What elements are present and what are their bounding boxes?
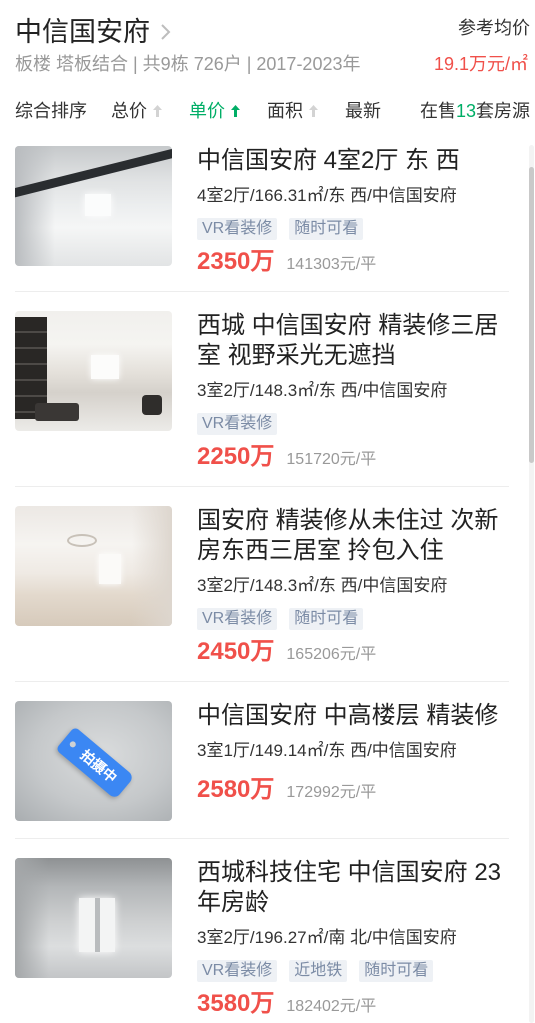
- price-row: 2580万 172992元/平: [197, 776, 509, 804]
- community-name: 中信国安府: [15, 17, 150, 47]
- listing-list: 中信国安府 4室2厅 东 西 4室2厅/166.31㎡/东 西/中信国安府 VR…: [15, 146, 509, 1018]
- listing-details: 3室1厅/149.14㎡/东 西/中信国安府: [197, 741, 457, 760]
- listing-count: 在售13套房源: [420, 99, 530, 123]
- listing-title: 西城 中信国安府 精装修三居室 视野采光无遮挡: [197, 312, 499, 369]
- listing-info: 西城 中信国安府 精装修三居室 视野采光无遮挡 3室2厅/148.3㎡/东 西/…: [197, 311, 509, 471]
- total-price: 3580万: [197, 990, 275, 1017]
- total-price: 2250万: [197, 443, 275, 470]
- photo-wall-shade: [15, 146, 55, 266]
- sort-label: 总价: [111, 101, 147, 121]
- unit-price: 182402元/平: [286, 998, 377, 1015]
- photo-window: [91, 355, 119, 379]
- tag-vr-decoration: VR看装修: [197, 960, 278, 982]
- total-price: 2450万: [197, 638, 275, 665]
- total-price: 2350万: [197, 248, 275, 275]
- listing-tags: VR看装修 随时可看: [197, 608, 509, 630]
- listing-card[interactable]: 西城 中信国安府 精装修三居室 视野采光无遮挡 3室2厅/148.3㎡/东 西/…: [15, 292, 509, 487]
- listing-card[interactable]: 拍摄中 中信国安府 中高楼层 精装修 3室1厅/149.14㎡/东 西/中信国安…: [15, 682, 509, 839]
- listing-count-number: 13: [455, 101, 476, 121]
- tag-near-subway: 近地铁: [289, 960, 348, 982]
- photo-window: [85, 194, 111, 216]
- sort-label: 最新: [345, 101, 381, 121]
- up-arrow-icon: [309, 105, 318, 117]
- listing-title: 中信国安府 中高楼层 精装修: [197, 702, 499, 729]
- photo-wall-shade: [15, 858, 49, 978]
- price-row: 2350万 141303元/平: [197, 248, 509, 276]
- shooting-in-progress-badge: 拍摄中: [55, 726, 135, 800]
- listing-details: 3室2厅/148.3㎡/东 西/中信国安府: [197, 576, 448, 595]
- sort-unit-price[interactable]: 单价: [189, 99, 240, 123]
- listing-info: 国安府 精装修从未住过 次新房东西三居室 拎包入住 3室2厅/148.3㎡/东 …: [197, 506, 509, 666]
- tag-vr-decoration: VR看装修: [197, 218, 278, 240]
- up-arrow-icon: [153, 105, 162, 117]
- listing-details: 4室2厅/166.31㎡/东 西/中信国安府: [197, 186, 457, 205]
- photo-wall-shade: [132, 506, 172, 626]
- sort-label: 面积: [267, 101, 303, 121]
- unit-price: 141303元/平: [286, 256, 377, 273]
- listing-tags: VR看装修 随时可看: [197, 218, 509, 240]
- unit-price: 172992元/平: [286, 784, 377, 801]
- photo-sofa: [35, 403, 79, 421]
- sort-area[interactable]: 面积: [267, 99, 318, 123]
- sort-label: 单价: [189, 101, 225, 121]
- scrollbar-track[interactable]: [529, 145, 534, 1023]
- photo-window: [99, 554, 121, 584]
- listing-title: 西城科技住宅 中信国安府 23年房龄: [197, 859, 502, 916]
- listing-card[interactable]: 西城科技住宅 中信国安府 23年房龄 3室2厅/196.27㎡/南 北/中信国安…: [15, 839, 509, 1018]
- scrollbar-thumb[interactable]: [529, 167, 534, 463]
- tag-vr-decoration: VR看装修: [197, 413, 278, 435]
- tag-viewable-anytime: 随时可看: [359, 960, 434, 982]
- photo-ceiling-lamp: [67, 534, 97, 547]
- sort-newest[interactable]: 最新: [345, 99, 381, 123]
- shooting-badge-label: 拍摄中: [77, 746, 121, 786]
- community-summary: 板楼 塔板结合 | 共9栋 726户 | 2017-2023年: [15, 54, 361, 74]
- photo-chair: [142, 395, 162, 415]
- tag-viewable-anytime: 随时可看: [289, 218, 364, 240]
- listing-info: 中信国安府 中高楼层 精装修 3室1厅/149.14㎡/东 西/中信国安府 25…: [197, 701, 509, 804]
- tag-hole-icon: [68, 740, 78, 749]
- listing-photo[interactable]: 拍摄中: [15, 701, 172, 821]
- reference-price-value: 19.1万元/㎡: [433, 54, 528, 74]
- listing-card[interactable]: 中信国安府 4室2厅 东 西 4室2厅/166.31㎡/东 西/中信国安府 VR…: [15, 146, 509, 292]
- listing-details: 3室2厅/148.3㎡/东 西/中信国安府: [197, 381, 448, 400]
- listing-title: 国安府 精装修从未住过 次新房东西三居室 拎包入住: [197, 507, 499, 564]
- listing-photo[interactable]: [15, 506, 172, 626]
- listing-count-suffix: 套房源: [476, 101, 530, 121]
- sort-label: 综合排序: [15, 101, 87, 121]
- listing-count-prefix: 在售: [419, 101, 456, 121]
- listing-card[interactable]: 国安府 精装修从未住过 次新房东西三居室 拎包入住 3室2厅/148.3㎡/东 …: [15, 487, 509, 682]
- price-row: 2250万 151720元/平: [197, 443, 509, 471]
- community-title-link[interactable]: 中信国安府: [15, 14, 172, 50]
- reference-price-label: 参考均价: [458, 18, 530, 38]
- unit-price: 165206元/平: [286, 646, 377, 663]
- price-row: 2450万 165206元/平: [197, 638, 509, 666]
- unit-price: 151720元/平: [286, 451, 377, 468]
- tag-vr-decoration: VR看装修: [197, 608, 278, 630]
- listing-info: 西城科技住宅 中信国安府 23年房龄 3室2厅/196.27㎡/南 北/中信国安…: [197, 858, 509, 1018]
- listing-photo[interactable]: [15, 858, 172, 978]
- sort-total-price[interactable]: 总价: [111, 99, 162, 123]
- tag-viewable-anytime: 随时可看: [289, 608, 364, 630]
- total-price: 2580万: [197, 776, 275, 803]
- up-arrow-icon: [231, 105, 240, 117]
- listing-photo[interactable]: [15, 146, 172, 266]
- listing-tags: VR看装修: [197, 413, 509, 435]
- price-row: 3580万 182402元/平: [197, 990, 509, 1018]
- listing-tags: VR看装修 近地铁 随时可看: [197, 960, 509, 982]
- listing-title: 中信国安府 4室2厅 东 西: [197, 147, 460, 174]
- listing-details: 3室2厅/196.27㎡/南 北/中信国安府: [197, 928, 457, 947]
- listing-photo[interactable]: [15, 311, 172, 431]
- photo-pillar: [95, 898, 100, 952]
- chevron-right-icon: [160, 23, 172, 41]
- listing-info: 中信国安府 4室2厅 东 西 4室2厅/166.31㎡/东 西/中信国安府 VR…: [197, 146, 509, 276]
- sort-comprehensive[interactable]: 综合排序: [15, 99, 87, 123]
